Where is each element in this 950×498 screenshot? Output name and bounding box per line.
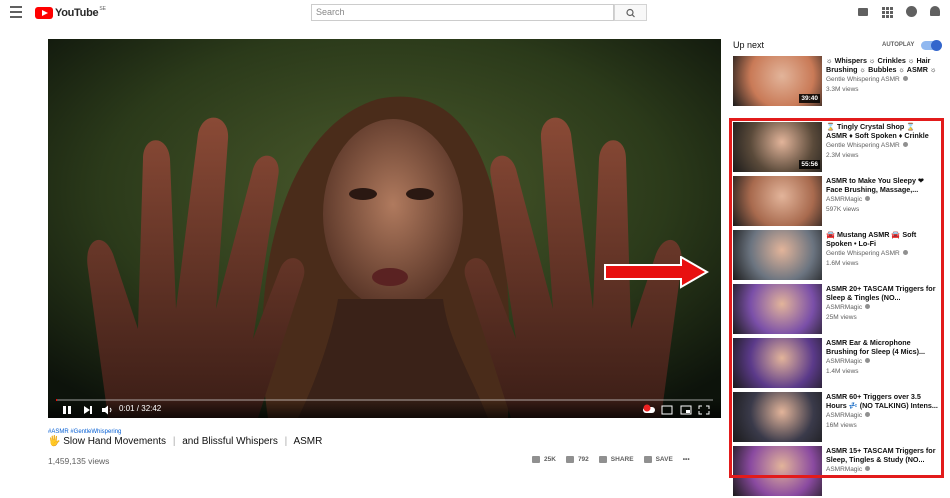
miniplayer-icon[interactable] [680,405,692,415]
notifications-bell-icon[interactable] [930,5,943,18]
title-separator: | [172,436,176,447]
save-label: SAVE [655,456,673,463]
time-display: 0:01 / 32:42 [119,404,162,413]
autoplay-label: AUTOPLAY [882,42,915,48]
highlight-box [729,118,944,478]
save-button[interactable]: SAVE [643,456,673,463]
video-title: 🖐 Slow Hand Movements | and Blissful Whi… [48,436,322,447]
channel-name: Gentle Whispering ASMR [826,76,900,83]
more-actions-button[interactable]: ••• [683,456,690,463]
progress-bar[interactable] [56,399,713,401]
pause-icon[interactable] [62,405,72,415]
messages-icon[interactable] [906,5,919,18]
search-button[interactable] [614,4,647,21]
title-part-3: ASMR [293,436,323,447]
dislike-button[interactable]: 792 [565,456,589,463]
logo-region: SE [99,6,106,12]
youtube-play-logo-icon [35,7,53,19]
share-label: SHARE [610,456,634,463]
autoplay-toggle[interactable] [921,40,942,51]
autoplay-toggle-icon[interactable] [642,404,656,415]
share-button[interactable]: SHARE [598,456,634,463]
fullscreen-icon[interactable] [698,405,710,415]
hashtags-link[interactable]: #ASMR #GentleWhispering [48,429,121,435]
dislike-count: 792 [577,456,589,463]
video-list-item[interactable]: 39:40 ☼ Whispers ☼ Crinkles ☼ Hair Brushi… [733,56,943,108]
video-item-views: 3.3M views [826,86,859,93]
video-thumbnail[interactable]: 39:40 [733,56,822,106]
title-part-1: Slow Hand Movements [63,436,167,447]
video-player[interactable]: 0:01 / 32:42 [48,39,721,418]
save-playlist-icon [643,456,652,463]
search-input[interactable]: Search [311,4,614,21]
youtube-logo[interactable]: YouTube SE [35,6,106,20]
thumbs-up-icon [532,456,540,463]
apps-grid-icon[interactable] [882,5,895,18]
video-duration: 39:40 [799,94,820,103]
logo-text: YouTube [55,7,99,19]
next-icon[interactable] [83,405,93,415]
video-item-title[interactable]: ☼ Whispers ☼ Crinkles ☼ Hair Brushing ☼ … [826,56,938,74]
title-emoji: 🖐 [48,436,61,447]
top-bar: YouTube SE Search [0,0,950,26]
create-video-icon[interactable] [858,5,871,18]
like-count: 25K [544,456,556,463]
more-icon: ••• [682,456,690,463]
verified-icon [902,76,908,81]
share-icon [598,456,607,463]
up-next-heading: Up next [733,40,765,50]
player-controls: 0:01 / 32:42 [48,398,721,418]
volume-icon[interactable] [101,405,113,415]
title-part-2: and Blissful Whispers [182,436,278,447]
view-count: 1,459,135 views [48,456,110,466]
title-separator: | [284,436,288,447]
subtitles-icon[interactable] [661,405,673,415]
menu-icon[interactable] [10,6,22,18]
video-frame [48,39,721,418]
red-arrow-icon [604,256,710,289]
thumbs-down-icon [565,456,574,463]
search-icon [626,8,635,18]
video-item-channel[interactable]: Gentle Whispering ASMR [826,76,908,83]
like-button[interactable]: 25K [532,456,556,463]
video-actions: 25K 792 SHARE SAVE ••• [532,456,700,463]
